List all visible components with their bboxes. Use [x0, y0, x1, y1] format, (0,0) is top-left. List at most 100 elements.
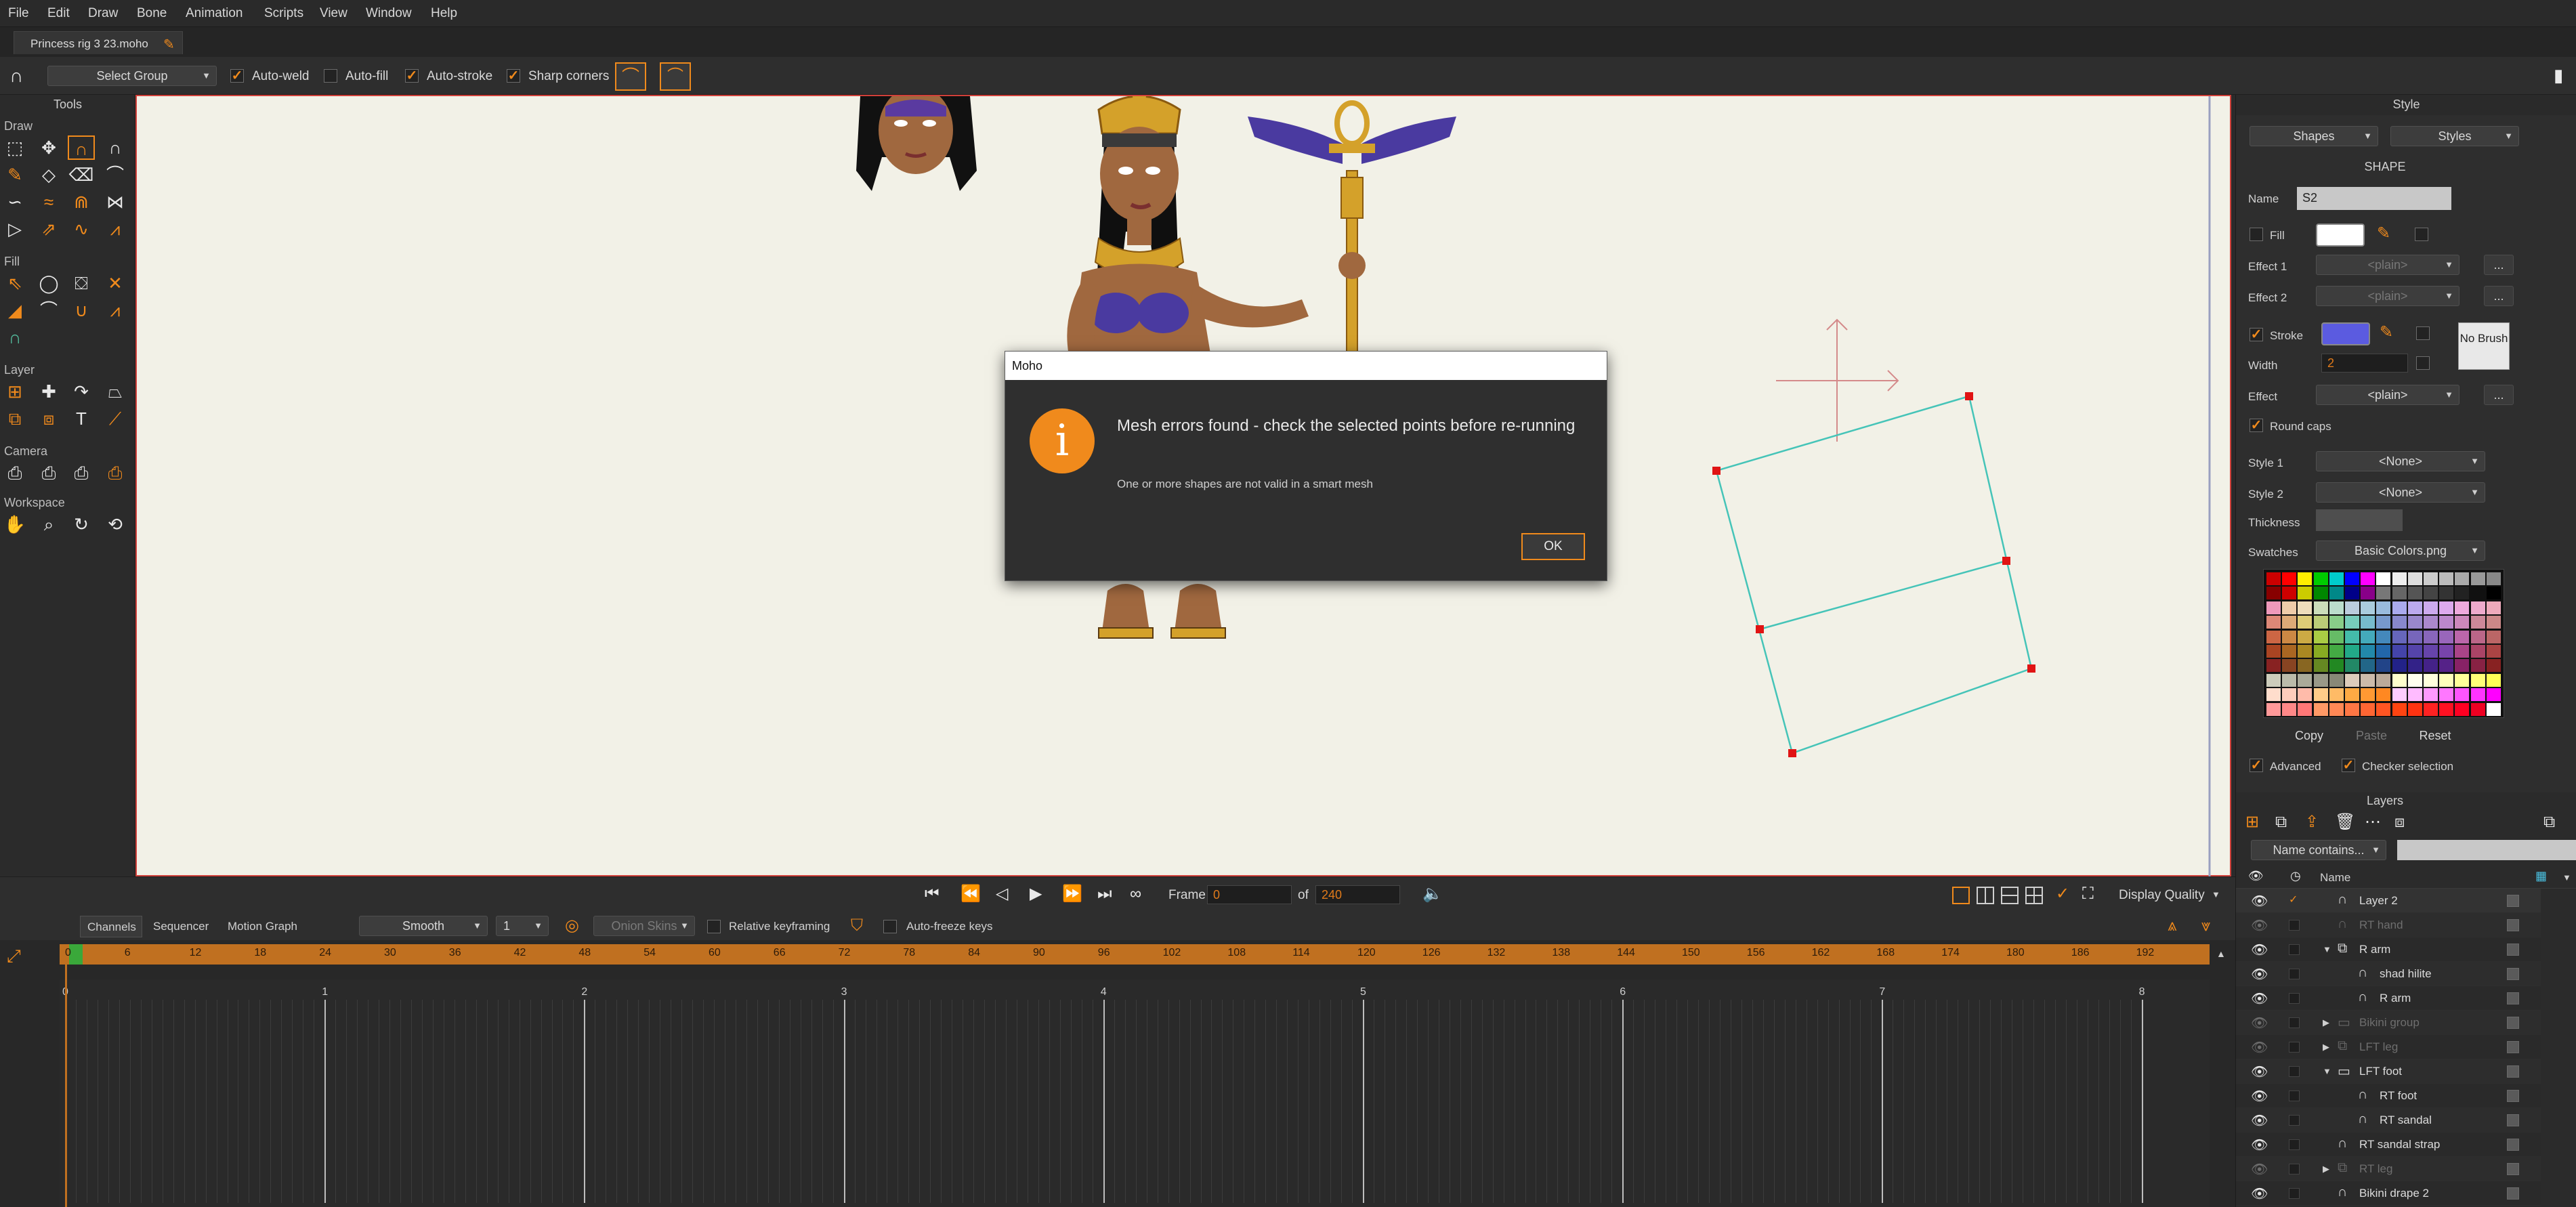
rotate-layer-icon[interactable]: ↷ [68, 379, 95, 404]
color-swatch[interactable] [2345, 601, 2359, 614]
color-swatch[interactable] [2486, 601, 2501, 614]
color-swatch[interactable] [2486, 702, 2501, 716]
color-swatch[interactable] [2392, 659, 2407, 673]
color-swatch[interactable] [2282, 659, 2297, 673]
lock-tool-button[interactable]: ⌒ [660, 62, 691, 91]
step-forward-icon[interactable]: ⏩ [1062, 886, 1082, 902]
color-swatches-grid[interactable] [2263, 569, 2504, 718]
color-swatch[interactable] [2266, 616, 2281, 629]
visibility-eye-icon[interactable]: 👁 [2251, 1137, 2268, 1153]
relative-keyframing-checkbox[interactable] [707, 920, 721, 933]
layer-lock-box[interactable] [2289, 1115, 2300, 1126]
rotate-workspace-icon[interactable]: ↻ [68, 512, 95, 536]
play-shape-icon[interactable]: ▷ [1, 217, 28, 241]
layer-color-box[interactable] [2507, 1139, 2519, 1151]
tab-sequencer[interactable]: Sequencer [153, 920, 209, 933]
color-swatch[interactable] [2407, 702, 2422, 716]
fill-color-swatch[interactable] [2316, 224, 2365, 247]
point-reduction-icon[interactable]: ⌒ [102, 163, 129, 187]
zoom-camera-icon[interactable]: ⎙ [35, 461, 62, 485]
color-swatch[interactable] [2439, 702, 2454, 716]
color-swatch[interactable] [2376, 572, 2391, 585]
color-swatch[interactable] [2282, 673, 2297, 687]
color-swatch[interactable] [2329, 601, 2344, 614]
stroke-extra-checkbox[interactable] [2416, 326, 2430, 340]
dialog-ok-button[interactable]: OK [1521, 533, 1585, 560]
color-swatch[interactable] [2266, 630, 2281, 643]
color-swatch[interactable] [2486, 616, 2501, 629]
color-swatch[interactable] [2439, 616, 2454, 629]
layer-row[interactable]: 👁 ∩ RT foot [2236, 1084, 2541, 1108]
layer-color-box[interactable] [2507, 944, 2519, 956]
color-swatch[interactable] [2392, 688, 2407, 702]
import-layer-icon[interactable]: ⇪ [2305, 814, 2319, 830]
auto-stroke-checkbox[interactable]: ✓ [405, 69, 419, 83]
color-swatch[interactable] [2455, 659, 2470, 673]
color-swatch[interactable] [2424, 673, 2438, 687]
color-swatch[interactable] [2407, 673, 2422, 687]
color-swatch[interactable] [2345, 630, 2359, 643]
color-swatch[interactable] [2376, 673, 2391, 687]
expand-arrow-icon[interactable]: ▼ [2323, 944, 2331, 954]
color-swatch[interactable] [2424, 601, 2438, 614]
color-swatch[interactable] [2298, 601, 2313, 614]
layer-lock-box[interactable] [2289, 1139, 2300, 1150]
color-swatch[interactable] [2392, 702, 2407, 716]
color-swatch[interactable] [2407, 616, 2422, 629]
translate-layer-icon[interactable]: ✚ [35, 379, 62, 404]
color-swatch[interactable] [2439, 630, 2454, 643]
layer-lock-box[interactable] [2289, 1164, 2300, 1174]
color-swatch[interactable] [2392, 572, 2407, 585]
color-swatch[interactable] [2470, 601, 2485, 614]
color-swatch[interactable] [2298, 688, 2313, 702]
color-swatch[interactable] [2486, 572, 2501, 585]
onion-skins-dropdown[interactable]: Onion Skins [593, 916, 695, 936]
expand-arrow-icon[interactable]: ▶ [2323, 1164, 2329, 1174]
tab-motion-graph[interactable]: Motion Graph [228, 920, 297, 933]
line-width-icon[interactable]: ◢ [1, 298, 28, 322]
layer-color-box[interactable] [2507, 1163, 2519, 1175]
color-swatch[interactable] [2376, 616, 2391, 629]
color-swatch[interactable] [2298, 587, 2313, 600]
layer-color-box[interactable] [2507, 968, 2519, 980]
menu-edit[interactable]: Edit [47, 6, 70, 21]
color-swatch[interactable] [2361, 688, 2376, 702]
style2-dropdown[interactable]: <None> [2316, 482, 2485, 503]
color-swatch[interactable] [2486, 659, 2501, 673]
color-swatch[interactable] [2470, 673, 2485, 687]
color-swatch[interactable] [2266, 572, 2281, 585]
track-camera-icon[interactable]: ⎙ [1, 461, 28, 485]
step-back-icon[interactable]: ◁ [996, 886, 1008, 902]
visibility-eye-icon[interactable]: 👁 [2251, 941, 2268, 958]
color-swatch[interactable] [2298, 673, 2313, 687]
color-swatch[interactable] [2455, 601, 2470, 614]
color-swatch[interactable] [2298, 630, 2313, 643]
color-swatch[interactable] [2345, 659, 2359, 673]
layer-lock-box[interactable] [2289, 1090, 2300, 1101]
color-swatch[interactable] [2298, 702, 2313, 716]
color-swatch[interactable] [2376, 630, 2391, 643]
color-swatch[interactable] [2455, 616, 2470, 629]
expand-arrow-icon[interactable]: ▼ [2323, 1066, 2331, 1076]
color-swatch[interactable] [2392, 616, 2407, 629]
layer-lock-box[interactable]: ✓ [2289, 895, 2300, 906]
menu-view[interactable]: View [320, 6, 347, 21]
color-swatch[interactable] [2455, 572, 2470, 585]
color-swatch[interactable] [2313, 601, 2328, 614]
width-extra-checkbox[interactable] [2416, 356, 2430, 370]
color-swatch[interactable] [2313, 645, 2328, 658]
color-swatch[interactable] [2329, 645, 2344, 658]
layer-search-input[interactable] [2397, 840, 2576, 860]
previous-keyframe-icon[interactable]: ⏪ [960, 886, 981, 902]
new-layer-icon[interactable]: ⊞ [2245, 814, 2259, 830]
color-swatch[interactable] [2470, 659, 2485, 673]
checker-selection-checkbox[interactable]: ✓ [2342, 759, 2355, 772]
color-swatch[interactable] [2424, 616, 2438, 629]
color-swatch[interactable] [2361, 587, 2376, 600]
color-swatch[interactable] [2282, 601, 2297, 614]
color-swatch[interactable] [2439, 673, 2454, 687]
color-swatch[interactable] [2298, 645, 2313, 658]
visibility-eye-icon[interactable]: 👁 [2251, 990, 2268, 1007]
fill-checkbox[interactable] [2250, 228, 2263, 241]
color-swatch[interactable] [2376, 659, 2391, 673]
